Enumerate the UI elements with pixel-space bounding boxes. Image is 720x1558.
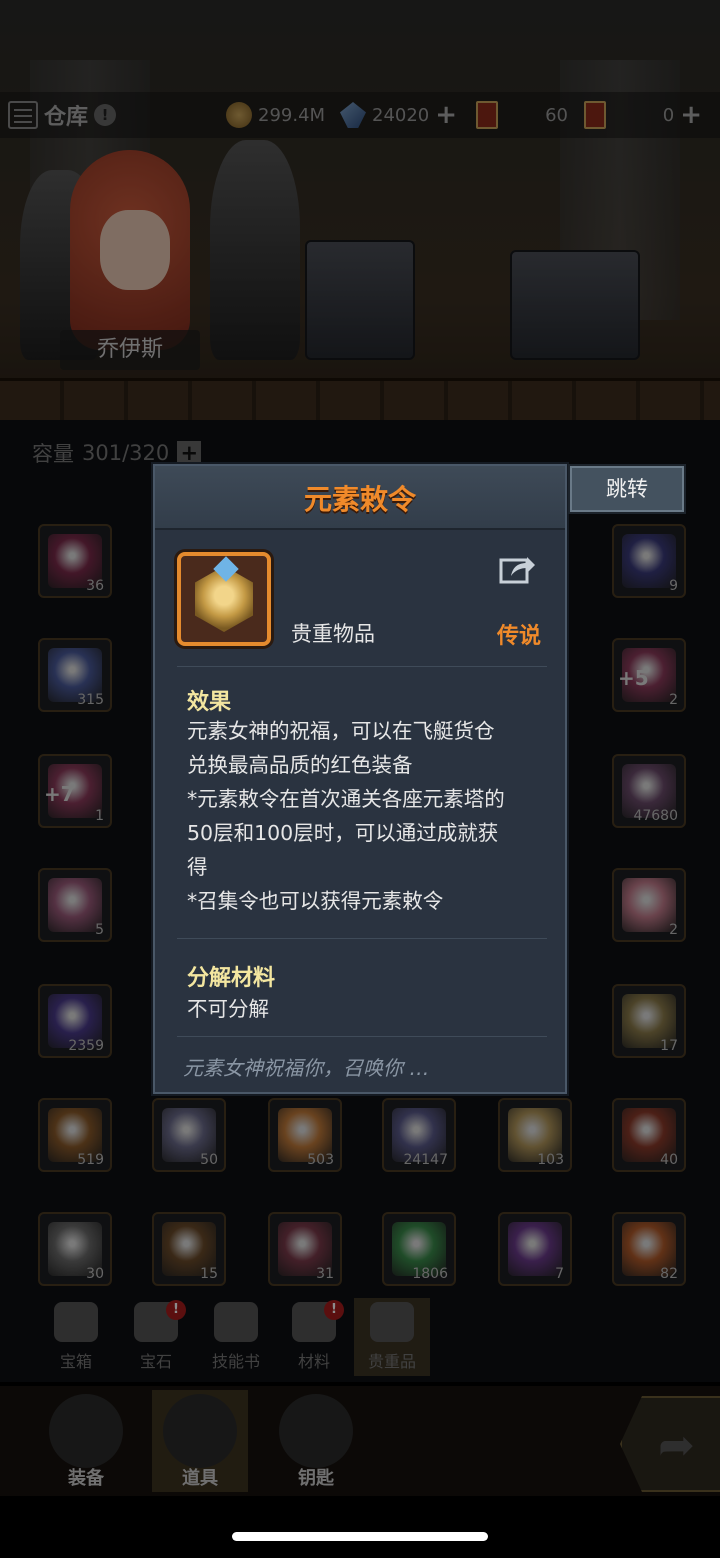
divider — [177, 666, 547, 667]
item-icon — [177, 552, 271, 646]
divider — [177, 938, 547, 939]
effect-line: *召集令也可以获得元素敕令 — [187, 889, 444, 913]
effect-line: 50层和100层时，可以通过成就获 — [187, 821, 499, 845]
flavor-text: 元素女神祝福你，召唤你 … — [183, 1056, 430, 1080]
effect-line: *元素敕令在首次通关各座元素塔的 — [187, 787, 505, 811]
effect-description: 元素女神的祝福，可以在飞艇货仓 兑换最高品质的红色装备 *元素敕令在首次通关各座… — [187, 714, 549, 918]
decompose-value: 不可分解 — [187, 997, 269, 1021]
item-detail-modal: 元素敕令 贵重物品 传说 效果 元素女神的祝福，可以在飞艇货仓 兑换最高品质的红… — [153, 464, 567, 1094]
item-type: 贵重物品 — [291, 622, 375, 646]
share-icon[interactable] — [499, 552, 537, 586]
modal-header: 元素敕令 — [155, 466, 565, 530]
effect-title: 效果 — [187, 690, 232, 715]
modal-title: 元素敕令 — [303, 483, 416, 516]
divider — [177, 1036, 547, 1037]
jump-button[interactable]: 跳转 — [570, 466, 684, 512]
decompose-title: 分解材料 — [187, 966, 276, 991]
home-indicator[interactable] — [232, 1532, 488, 1541]
effect-line: 得 — [187, 855, 208, 879]
effect-line: 元素女神的祝福，可以在飞艇货仓 — [187, 719, 495, 743]
rarity-label: 传说 — [497, 624, 542, 649]
effect-line: 兑换最高品质的红色装备 — [187, 753, 413, 777]
